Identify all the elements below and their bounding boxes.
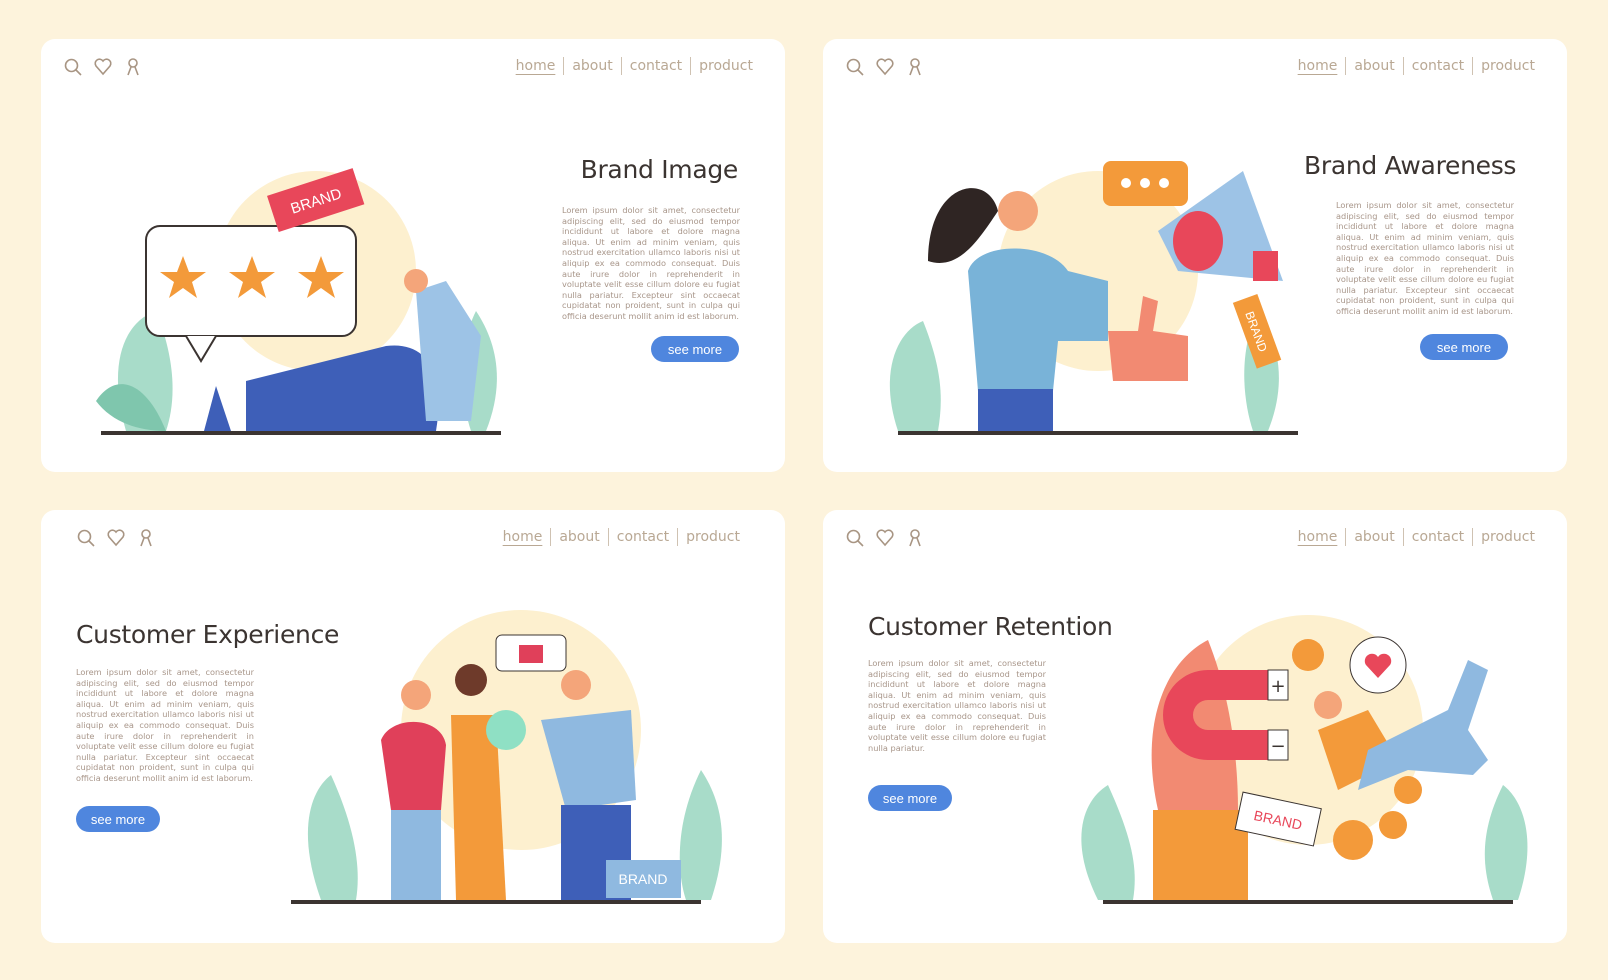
header-icons [63,57,143,77]
brand-tag: BRAND [1232,294,1282,369]
top-nav: home about contact product [495,528,748,546]
heart-icon[interactable] [106,528,126,548]
card-body-text: Lorem ipsum dolor sit amet, consectetur … [1336,200,1514,316]
heart-icon[interactable] [875,57,895,77]
nav-home[interactable]: home [508,58,564,74]
svg-text:+: + [1270,676,1285,697]
nav-contact[interactable]: contact [609,529,677,545]
user-icon[interactable] [123,57,143,77]
card-body-text: Lorem ipsum dolor sit amet, consectetur … [868,658,1046,753]
customer-experience-illustration: BRAND [291,610,722,904]
header-icons [845,528,925,548]
search-icon[interactable] [63,57,83,77]
nav-product[interactable]: product [678,529,748,545]
nav-contact[interactable]: contact [1404,58,1472,74]
user-icon[interactable] [905,57,925,77]
chat-bubble-icon [1103,161,1188,206]
nav-contact[interactable]: contact [622,58,690,74]
card-body-text: Lorem ipsum dolor sit amet, consectetur … [76,667,254,783]
card-customer-retention: home about contact product Customer Rete… [823,510,1567,943]
nav-product[interactable]: product [1473,58,1543,74]
card-brand-awareness: home about contact product Brand Awarene… [823,39,1567,472]
see-more-button[interactable]: see more [651,336,739,362]
nav-contact[interactable]: contact [1404,529,1472,545]
thumbs-up-bubble [495,634,567,672]
smiley-icon [486,710,526,750]
card-body-text: Lorem ipsum dolor sit amet, consectetur … [562,205,740,321]
top-nav: home about contact product [508,57,761,75]
card-customer-experience: home about contact product Customer Expe… [41,510,785,943]
see-more-button[interactable]: see more [868,785,952,811]
brand-image-illustration: BRAND [96,168,501,435]
top-nav: home about contact product [1290,57,1543,75]
header-icons [845,57,925,77]
heart-bubble-icon [1349,636,1407,694]
search-icon[interactable] [76,528,96,548]
header-icons [76,528,156,548]
card-title: Brand Image [580,155,739,184]
nav-home[interactable]: home [1290,58,1346,74]
svg-text:−: − [1270,736,1285,757]
nav-product[interactable]: product [1473,529,1543,545]
user-icon[interactable] [136,528,156,548]
see-more-button[interactable]: see more [76,806,160,832]
nav-product[interactable]: product [691,58,761,74]
svg-text:BRAND: BRAND [618,871,667,887]
card-title: Brand Awareness [1304,151,1517,180]
customer-retention-illustration: +− BRAND [1081,615,1528,904]
nav-home[interactable]: home [495,529,551,545]
brand-awareness-illustration: BRAND [889,161,1298,435]
heart-icon[interactable] [93,57,113,77]
brand-tag: BRAND [606,860,681,898]
search-icon[interactable] [845,528,865,548]
search-icon[interactable] [845,57,865,77]
nav-about[interactable]: about [1346,529,1402,545]
heart-icon[interactable] [875,528,895,548]
top-nav: home about contact product [1290,528,1543,546]
nav-about[interactable]: about [551,529,607,545]
nav-about[interactable]: about [1346,58,1402,74]
nav-about[interactable]: about [564,58,620,74]
card-brand-image: home about contact product Brand Image L… [41,39,785,472]
user-icon[interactable] [905,528,925,548]
see-more-button[interactable]: see more [1420,334,1508,360]
nav-home[interactable]: home [1290,529,1346,545]
